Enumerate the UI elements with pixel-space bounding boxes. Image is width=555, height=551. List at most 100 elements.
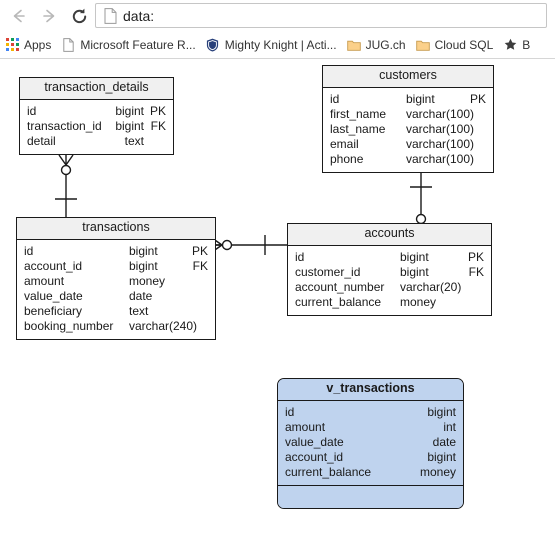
er-table-columns: id bigint PK account_id bigint FK amount…	[17, 240, 215, 339]
er-column-row: id bigint PK	[288, 250, 491, 265]
column-name: booking_number	[24, 318, 114, 333]
er-view-v_transactions[interactable]: v_transactions id bigint amount int valu…	[277, 378, 464, 509]
forward-button[interactable]	[38, 5, 60, 27]
bookmark-item-3[interactable]: Cloud SQL	[411, 34, 499, 56]
bookmark-item-0[interactable]: Microsoft Feature R...	[56, 34, 200, 56]
column-type: money	[419, 464, 456, 479]
column-key: PK	[469, 91, 486, 106]
column-type: varchar(240)	[129, 318, 198, 333]
column-name: current_balance	[295, 294, 382, 309]
apps-grid-icon	[5, 38, 19, 51]
column-key: FK	[468, 264, 484, 279]
document-icon	[101, 3, 119, 28]
er-view-title: v_transactions	[278, 379, 463, 401]
back-button[interactable]	[8, 5, 30, 27]
document-icon	[61, 37, 75, 52]
er-column-row: account_number varchar(20)	[288, 280, 491, 295]
reload-icon	[72, 8, 86, 23]
er-view-columns: id bigint amount int value_date date acc…	[278, 400, 463, 485]
folder-icon	[346, 38, 361, 52]
bookmark-label: B	[522, 37, 531, 52]
er-column-row: customer_id bigint FK	[288, 265, 491, 280]
er-table-title: transaction_details	[20, 78, 173, 100]
column-type: date	[129, 288, 153, 303]
er-table-customers[interactable]: customers id bigint PK first_name varcha…	[322, 65, 494, 173]
column-type: bigint	[427, 404, 456, 419]
er-column-row: email varchar(100)	[323, 137, 493, 152]
url-text: data:	[123, 7, 155, 24]
column-type: bigint	[115, 118, 144, 133]
er-table-transaction_details[interactable]: transaction_details id bigint PK transac…	[19, 77, 174, 155]
column-name: amount	[24, 273, 65, 288]
er-column-row: amount money	[17, 274, 215, 289]
shield-icon	[206, 38, 220, 52]
column-name: value_date	[285, 434, 344, 449]
column-type: money	[400, 294, 437, 309]
relationship-transactions-accounts	[211, 235, 288, 255]
er-table-transactions[interactable]: transactions id bigint PK account_id big…	[16, 217, 216, 340]
column-name: account_id	[285, 449, 344, 464]
column-type: money	[129, 273, 166, 288]
er-table-accounts[interactable]: accounts id bigint PK customer_id bigint…	[287, 223, 492, 316]
er-column-row: booking_number varchar(240)	[17, 319, 215, 334]
er-column-row: id bigint PK	[20, 104, 173, 119]
er-column-row: id bigint PK	[323, 92, 493, 107]
reload-button[interactable]	[68, 5, 90, 27]
bookmark-label: Microsoft Feature R...	[80, 37, 196, 52]
column-type: bigint	[406, 91, 435, 106]
er-column-row: account_id bigint	[278, 450, 463, 465]
column-name: first_name	[330, 106, 387, 121]
column-type: bigint	[129, 243, 158, 258]
er-column-row: value_date date	[278, 435, 463, 450]
column-key: FK	[192, 258, 208, 273]
column-name: beneficiary	[24, 303, 83, 318]
column-name: account_number	[295, 279, 385, 294]
bookmark-item-2[interactable]: JUG.ch	[342, 34, 411, 56]
er-column-row: value_date date	[17, 289, 215, 304]
arrow-left-icon	[13, 9, 25, 23]
er-table-title: customers	[323, 66, 493, 88]
bookmark-label: JUG.ch	[365, 37, 406, 52]
column-name: current_balance	[285, 464, 372, 479]
column-type: varchar(100)	[406, 151, 475, 166]
er-column-row: current_balance money	[288, 295, 491, 310]
column-type: int	[443, 419, 456, 434]
er-table-columns: id bigint PK first_name varchar(100) las…	[323, 88, 493, 172]
er-column-row: phone varchar(100)	[323, 152, 493, 167]
column-name: id	[285, 404, 295, 419]
bookmark-label: Mighty Knight | Acti...	[224, 37, 337, 52]
er-table-columns: id bigint PK transaction_id bigint FK de…	[20, 100, 173, 154]
column-type: text	[124, 133, 144, 148]
er-view-footer	[278, 484, 463, 508]
bookmark-item-1[interactable]: Mighty Knight | Acti...	[201, 34, 342, 56]
column-name: amount	[285, 419, 326, 434]
er-column-row: beneficiary text	[17, 304, 215, 319]
column-key: FK	[150, 118, 166, 133]
column-key: PK	[191, 243, 208, 258]
column-name: id	[24, 243, 34, 258]
column-name: id	[330, 91, 340, 106]
browser-toolbar: data:	[0, 0, 555, 31]
column-name: customer_id	[295, 264, 361, 279]
bookmarks-bar: Apps Microsoft Feature R... Mighty Knigh…	[0, 31, 555, 58]
arrow-right-icon	[43, 9, 55, 23]
folder-icon	[415, 38, 430, 52]
column-type: bigint	[400, 264, 429, 279]
column-type: text	[129, 303, 149, 318]
column-type: varchar(20)	[400, 279, 462, 294]
bookmark-item-4[interactable]: B	[498, 34, 535, 56]
er-column-row: transaction_id bigint FK	[20, 119, 173, 134]
column-name: transaction_id	[27, 118, 102, 133]
column-name: detail	[27, 133, 56, 148]
url-bar[interactable]: data:	[95, 3, 547, 28]
column-key: PK	[467, 249, 484, 264]
er-table-columns: id bigint PK customer_id bigint FK accou…	[288, 246, 491, 315]
column-name: email	[330, 136, 359, 151]
column-type: bigint	[427, 449, 456, 464]
canvas-divider	[0, 58, 555, 59]
apps-label: Apps	[24, 37, 52, 52]
apps-shortcut[interactable]: Apps	[0, 34, 56, 56]
er-column-row: id bigint PK	[17, 244, 215, 259]
er-table-title: accounts	[288, 224, 491, 246]
er-column-row: first_name varchar(100)	[323, 107, 493, 122]
